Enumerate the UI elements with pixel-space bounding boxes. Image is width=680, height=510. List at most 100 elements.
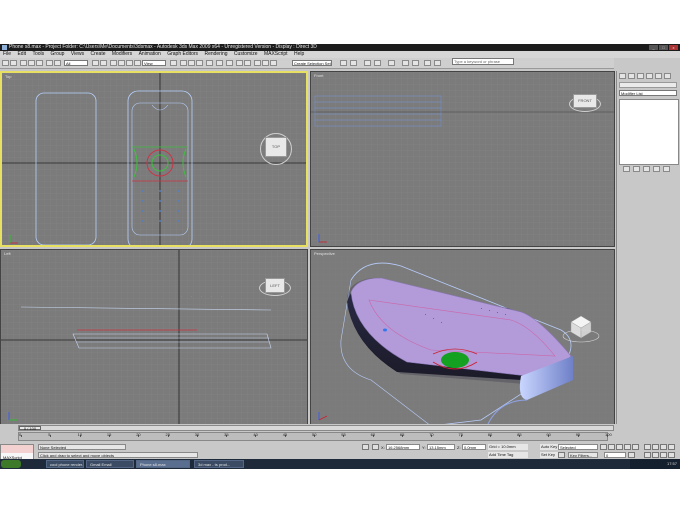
track-bar[interactable]: 0 5 10 15 20 25 30 35 40 45 50 55 60 65 70 75 80 85 90 95 10… [18, 432, 612, 441]
pan-icon[interactable] [652, 452, 659, 458]
menu-maxscript[interactable]: MAXScript [264, 51, 288, 57]
start-button[interactable] [1, 460, 21, 468]
mirror-icon[interactable] [226, 60, 233, 66]
menu-customize[interactable]: Customize [234, 51, 258, 57]
named-selection-set-dropdown[interactable]: Create Selection Set [292, 60, 332, 66]
render-teapot-icon[interactable] [434, 60, 441, 66]
go-to-end-icon[interactable] [632, 444, 639, 450]
align-icon[interactable] [236, 60, 243, 66]
bind-spacewarp-icon[interactable] [36, 60, 43, 66]
taskbar-item-3[interactable]: Phone s8.max [136, 460, 190, 468]
key-mode-dropdown[interactable]: Selected [558, 444, 598, 450]
close-button[interactable]: x [669, 45, 678, 50]
viewcube-left[interactable]: LEFT [265, 278, 285, 293]
rendered-frame-icon[interactable] [412, 60, 419, 66]
select-and-rotate-icon[interactable] [118, 60, 125, 66]
menu-views[interactable]: Views [71, 51, 84, 57]
zoom-all-icon[interactable] [652, 444, 659, 450]
current-frame-field[interactable]: 0 [604, 452, 626, 458]
set-key-icon[interactable] [558, 452, 565, 458]
previous-frame-icon[interactable] [608, 444, 615, 450]
create-tab-icon[interactable] [619, 73, 626, 79]
pin-stack-icon[interactable] [623, 166, 630, 172]
render-setup-icon[interactable] [402, 60, 409, 66]
maximize-button[interactable]: □ [659, 45, 668, 50]
spinner-snap-icon[interactable] [206, 60, 213, 66]
viewport-front-label[interactable]: Front [314, 73, 323, 78]
menu-graph-editors[interactable]: Graph Editors [167, 51, 198, 57]
edit-named-selection-icon[interactable] [216, 60, 223, 66]
redo-icon[interactable] [10, 60, 17, 66]
modify-tab-icon[interactable] [628, 73, 635, 79]
percent-snap-icon[interactable] [196, 60, 203, 66]
time-slider-knob[interactable]: 0 / 100 [19, 426, 41, 431]
viewcube-front[interactable]: FRONT [573, 94, 597, 108]
select-and-scale-icon[interactable] [126, 60, 133, 66]
zoom-extents-icon[interactable] [660, 444, 667, 450]
lock-selection-icon[interactable] [362, 444, 369, 450]
x-coordinate-field[interactable]: 16.2568mm [386, 444, 420, 450]
schematic-view-icon[interactable] [262, 60, 269, 66]
zoom-icon[interactable] [644, 444, 651, 450]
layer-manager-icon[interactable] [244, 60, 251, 66]
minimize-button[interactable]: _ [649, 45, 658, 50]
zoom-extents-all-icon[interactable] [668, 444, 675, 450]
link-icon[interactable] [20, 60, 27, 66]
configure-sets-icon[interactable] [663, 166, 670, 172]
z-coordinate-field[interactable]: 0.0mm [462, 444, 486, 450]
select-and-move-icon[interactable] [110, 60, 117, 66]
next-frame-icon[interactable] [624, 444, 631, 450]
render-production-icon[interactable] [424, 60, 431, 66]
make-unique-icon[interactable] [643, 166, 650, 172]
remove-modifier-icon[interactable] [653, 166, 660, 172]
viewcube-top[interactable]: TOP [265, 137, 287, 157]
viewport-perspective-label[interactable]: Perspective [314, 251, 335, 256]
menu-modifiers[interactable]: Modifiers [112, 51, 132, 57]
select-region-icon[interactable] [92, 60, 99, 66]
taskbar-item-1[interactable]: cool phone render... [46, 460, 84, 468]
time-slider[interactable]: 0 / 100 [18, 425, 614, 431]
menu-file[interactable]: File [3, 51, 11, 57]
reference-coordinate-dropdown[interactable]: View [142, 60, 166, 66]
maximize-viewport-icon[interactable] [668, 452, 675, 458]
align-tool-icon[interactable] [350, 60, 357, 66]
menu-edit[interactable]: Edit [17, 51, 26, 57]
angle-snap-icon[interactable] [188, 60, 195, 66]
material-editor-icon[interactable] [270, 60, 277, 66]
layer-icon[interactable] [364, 60, 371, 66]
utilities-tab-icon[interactable] [664, 73, 671, 79]
modifier-list-dropdown[interactable]: Modifier List [619, 90, 677, 96]
viewport-left[interactable]: Left LEFT [0, 249, 308, 425]
time-config-icon[interactable] [628, 452, 635, 458]
select-manipulate-icon[interactable] [134, 60, 141, 66]
schematic-icon[interactable] [388, 60, 395, 66]
menu-create[interactable]: Create [90, 51, 105, 57]
orbit-icon[interactable] [660, 452, 667, 458]
taskbar-item-2[interactable]: Gmail Email [86, 460, 134, 468]
search-input[interactable]: Type a keyword or phrase [452, 58, 514, 65]
unlink-icon[interactable] [28, 60, 35, 66]
viewport-left-label[interactable]: Left [4, 251, 11, 256]
menu-tools[interactable]: Tools [32, 51, 44, 57]
field-of-view-icon[interactable] [644, 452, 651, 458]
menu-animation[interactable]: Animation [139, 51, 161, 57]
select-by-name-icon[interactable] [54, 60, 61, 66]
absolute-mode-icon[interactable] [372, 444, 379, 450]
play-icon[interactable] [616, 444, 623, 450]
curve-editor-icon[interactable] [254, 60, 261, 66]
selection-filter-dropdown[interactable]: All [64, 60, 88, 66]
menu-help[interactable]: Help [294, 51, 304, 57]
menu-rendering[interactable]: Rendering [204, 51, 227, 57]
y-coordinate-field[interactable]: 13.15mm [427, 444, 455, 450]
hierarchy-tab-icon[interactable] [637, 73, 644, 79]
menu-group[interactable]: Group [51, 51, 65, 57]
viewport-top-label[interactable]: Top [5, 74, 11, 79]
viewport-top[interactable]: Top TOP [0, 71, 308, 247]
window-crossing-icon[interactable] [100, 60, 107, 66]
snaps-toggle-icon[interactable] [180, 60, 187, 66]
show-end-result-icon[interactable] [633, 166, 640, 172]
viewport-front[interactable]: Front FRONT [310, 71, 615, 247]
taskbar-item-4[interactable]: 3d max - ts prod... [194, 460, 244, 468]
go-to-start-icon[interactable] [600, 444, 607, 450]
select-icon[interactable] [46, 60, 53, 66]
